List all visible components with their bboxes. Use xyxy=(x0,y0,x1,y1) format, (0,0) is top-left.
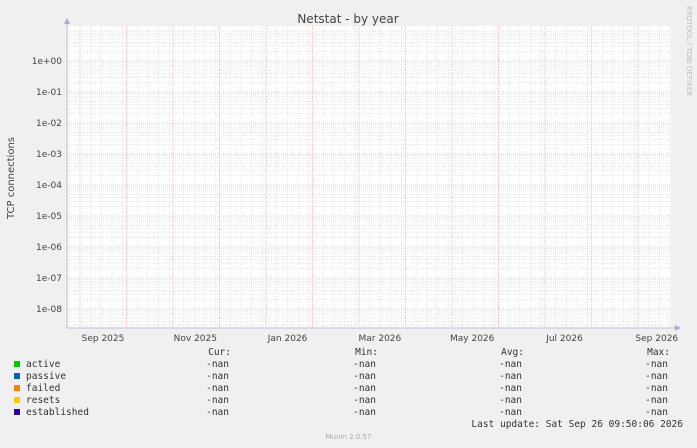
legend-value-avg: -nan xyxy=(499,371,522,382)
y-tick-label: 1e-04 xyxy=(36,181,62,191)
x-tick-label: Sep 2026 xyxy=(635,334,678,344)
legend-value-cur: -nan xyxy=(206,371,229,382)
y-tick-label: 1e-08 xyxy=(36,305,62,315)
legend-value-max: -nan xyxy=(645,407,668,418)
y-tick-label: 1e-01 xyxy=(36,88,62,98)
legend-value-max: -nan xyxy=(645,383,668,394)
legend-value-max: -nan xyxy=(645,371,668,382)
x-tick-label: Jan 2026 xyxy=(267,334,308,344)
legend-value-cur: -nan xyxy=(206,359,229,370)
legend-header-max: Max: xyxy=(647,347,670,358)
legend-value-max: -nan xyxy=(645,395,668,406)
legend-value-avg: -nan xyxy=(499,359,522,370)
legend-value-min: -nan xyxy=(353,359,376,370)
legend-swatch xyxy=(14,397,20,403)
legend-swatch xyxy=(14,409,20,415)
legend-value-min: -nan xyxy=(353,371,376,382)
y-tick-label: 1e+00 xyxy=(32,57,63,67)
legend-value-max: -nan xyxy=(645,359,668,370)
x-tick-label: Jul 2026 xyxy=(545,334,583,344)
legend-series-name: active xyxy=(26,359,61,370)
legend-header-avg: Avg: xyxy=(501,347,524,358)
legend-header-cur: Cur: xyxy=(208,347,231,358)
legend-series-name: passive xyxy=(26,371,67,382)
legend-row-failed: failed -nan -nan -nan -nan xyxy=(0,383,697,395)
chart-title: Netstat - by year xyxy=(297,12,398,26)
legend-value-min: -nan xyxy=(353,407,376,418)
legend-value-avg: -nan xyxy=(499,395,522,406)
y-tick-label: 1e-03 xyxy=(36,150,62,160)
y-tick-label: 1e-02 xyxy=(36,119,62,129)
legend-row-resets: resets -nan -nan -nan -nan xyxy=(0,395,697,407)
y-tick-label: 1e-06 xyxy=(36,243,62,253)
legend-value-avg: -nan xyxy=(499,383,522,394)
legend-swatch xyxy=(14,361,20,367)
legend-header-min: Min: xyxy=(355,347,378,358)
y-tick-labels: 1e+00 1e-01 1e-02 1e-03 1e-04 1e-05 1e-06 1e-07… xyxy=(32,57,63,315)
legend-value-cur: -nan xyxy=(206,383,229,394)
x-tick-label: Nov 2025 xyxy=(174,334,217,344)
legend-value-cur: -nan xyxy=(206,407,229,418)
legend-series-name: resets xyxy=(26,395,61,406)
rrdtool-side-label: RRDTOOL / TOBI OETIKER xyxy=(685,6,693,96)
legend-value-min: -nan xyxy=(353,395,376,406)
legend-row-passive: passive -nan -nan -nan -nan xyxy=(0,371,697,383)
x-tick-labels: Sep 2025 Nov 2025 Jan 2026 Mar 2026 May 2026… xyxy=(82,334,679,344)
y-tick-label: 1e-07 xyxy=(36,274,62,284)
legend-row-established: established -nan -nan -nan -nan xyxy=(0,407,697,419)
legend-series-name: established xyxy=(26,407,89,418)
y-axis-label: TCP connections xyxy=(6,137,17,220)
munin-version: Munin 2.0.57 xyxy=(325,433,372,441)
last-update: Last update: Sat Sep 26 09:50:06 2026 xyxy=(471,419,683,430)
legend-value-avg: -nan xyxy=(499,407,522,418)
y-tick-label: 1e-05 xyxy=(36,212,62,222)
legend: Cur: Min: Avg: Max: active -nan -nan -nan -n… xyxy=(0,345,697,425)
legend-swatch xyxy=(14,385,20,391)
legend-row-active: active -nan -nan -nan -nan xyxy=(0,359,697,371)
legend-series-name: failed xyxy=(26,383,61,394)
x-axis-arrow-icon xyxy=(675,325,681,331)
legend-value-cur: -nan xyxy=(206,395,229,406)
x-tick-label: Sep 2025 xyxy=(82,334,125,344)
x-tick-label: Mar 2026 xyxy=(359,334,402,344)
legend-value-min: -nan xyxy=(353,383,376,394)
x-tick-label: May 2026 xyxy=(450,334,495,344)
legend-swatch xyxy=(14,373,20,379)
legend-header: Cur: Min: Avg: Max: xyxy=(0,347,697,359)
y-axis-arrow-icon xyxy=(64,18,70,24)
